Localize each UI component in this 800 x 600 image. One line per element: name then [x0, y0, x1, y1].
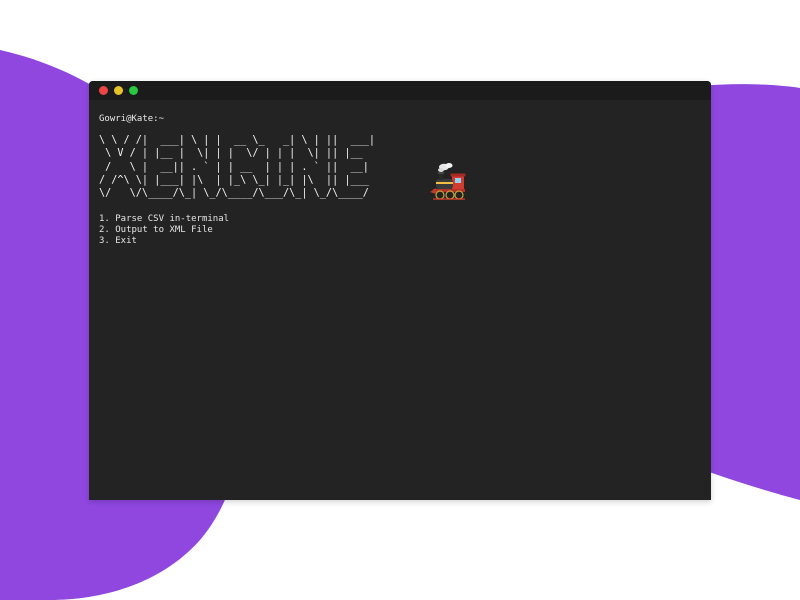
menu-item-parse-csv[interactable]: 1. Parse CSV in-terminal [99, 214, 701, 225]
shell-prompt: Gowri@Kate:~ [99, 114, 165, 124]
terminal-window: Gowri@Kate:~ \ \ / /| ___| \ | | __ \_ _… [89, 81, 711, 500]
terminal-content[interactable]: Gowri@Kate:~ \ \ / /| ___| \ | | __ \_ _… [99, 114, 701, 500]
close-button[interactable] [99, 86, 108, 95]
locomotive-icon [430, 163, 466, 200]
menu-options: 1. Parse CSV in-terminal 2. Output to XM… [99, 214, 701, 248]
minimize-button[interactable] [114, 86, 123, 95]
maximize-button[interactable] [129, 86, 138, 95]
menu-item-exit[interactable]: 3. Exit [99, 236, 701, 247]
menu-item-output-xml[interactable]: 2. Output to XML File [99, 225, 701, 236]
ascii-art-title: \ \ / /| ___| \ | | __ \_ _| \ | || ___|… [99, 135, 376, 200]
ascii-banner: \ \ / /| ___| \ | | __ \_ _| \ | || ___|… [99, 134, 701, 204]
title-bar[interactable] [89, 81, 711, 100]
desktop-background: Gowri@Kate:~ \ \ / /| ___| \ | | __ \_ _… [0, 0, 800, 600]
